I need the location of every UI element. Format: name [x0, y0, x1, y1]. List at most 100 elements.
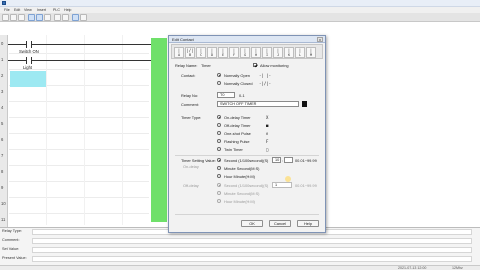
- mouse-cursor-highlight: [285, 176, 291, 182]
- row-number: 8: [1, 169, 4, 174]
- status-datetime: 2021-07-13 12:00: [398, 266, 427, 270]
- relay-name-value: Timer: [201, 63, 211, 68]
- dialog-title: Edit Contact: [172, 37, 194, 42]
- grid-line: [9, 181, 149, 182]
- grid-line: [9, 165, 149, 166]
- present-value-field: [32, 256, 472, 262]
- contact-type-m-icon[interactable]: | M: [306, 47, 316, 58]
- normally-open-symbol: -| |-: [259, 73, 272, 78]
- allow-monitoring-checkbox[interactable]: [253, 63, 257, 67]
- dialog-title-bar[interactable]: Edit Contact x: [169, 36, 325, 43]
- status-clock: 12Mhz: [452, 266, 463, 270]
- contact-type-k-icon[interactable]: | K: [284, 47, 294, 58]
- off-unit-hour-min-radio[interactable]: [217, 199, 221, 203]
- row-number: 7: [1, 153, 4, 158]
- row-number-column: 0 1 2 3 4 5 6 7 8 9 10 11: [0, 35, 8, 227]
- ok-button[interactable]: OK: [241, 220, 263, 227]
- row-number: 6: [1, 137, 4, 142]
- undo-button[interactable]: [54, 14, 61, 21]
- row-number: 5: [1, 121, 4, 126]
- contact-type-g-icon[interactable]: | G: [240, 47, 250, 58]
- timer-type-label: Timer Type:: [181, 115, 202, 120]
- row-number: 3: [1, 89, 4, 94]
- timer-type-radio[interactable]: [217, 115, 221, 119]
- contact-type-l-icon[interactable]: | L: [295, 47, 305, 58]
- comment-color-button[interactable]: [302, 101, 307, 107]
- normally-open-radio[interactable]: [217, 73, 221, 77]
- contact-type-d-icon[interactable]: | D: [207, 47, 217, 58]
- row-number: 9: [1, 185, 4, 190]
- row-number: 11: [1, 217, 6, 222]
- contact-type-c-icon[interactable]: | C: [196, 47, 206, 58]
- allow-monitoring-label: Allow monitoring: [260, 63, 289, 68]
- timer-setting-label: Timer Setting Value:: [181, 158, 216, 163]
- comment-label: Comment:: [181, 102, 199, 107]
- timer-type-on-delay-label: On-delay Timer: [224, 115, 251, 120]
- timer-type-off-delay-label: Off-delay Timer: [224, 123, 251, 128]
- relay-no-label: Relay No:: [181, 93, 199, 98]
- contact-type-i-icon[interactable]: | I: [262, 47, 272, 58]
- grid-column: [122, 35, 123, 225]
- normally-closed-radio[interactable]: [217, 81, 221, 85]
- contact-label: Light: [23, 65, 33, 70]
- new-file-button[interactable]: [2, 14, 9, 21]
- timer-type-radio[interactable]: [217, 139, 221, 143]
- grid-line: [9, 101, 149, 102]
- setting-separator: :: [282, 158, 284, 163]
- twin-timer-icon: □: [266, 147, 269, 152]
- unit-min-sec-radio[interactable]: [217, 166, 221, 170]
- off-unit-second-radio[interactable]: [217, 183, 221, 187]
- info-label-set-value: Set Value:: [2, 247, 20, 251]
- row-number: 2: [1, 73, 4, 78]
- run-button[interactable]: [72, 14, 79, 21]
- paste-button[interactable]: [44, 14, 51, 21]
- help-button[interactable]: Help: [297, 220, 319, 227]
- contact-type-j-icon[interactable]: | J: [273, 47, 283, 58]
- contact-type-toolbar: | A |/| B | C | D | E | F | G | H | I | J | K | L | M: [171, 44, 323, 59]
- off-unit-min-sec-label: Minute Second(M:S): [224, 191, 260, 196]
- off-delay-sub-label: Off-delay: [183, 183, 199, 188]
- unit-min-sec-label: Minute Second(M:S): [224, 166, 260, 171]
- redo-button[interactable]: [62, 14, 69, 21]
- cut-button[interactable]: [28, 14, 35, 21]
- contact-type-e-icon[interactable]: | E: [218, 47, 228, 58]
- contact-type-f-icon[interactable]: | F: [229, 47, 239, 58]
- timer-type-radio[interactable]: [217, 131, 221, 135]
- contact-type-b-icon[interactable]: |/| B: [185, 47, 195, 58]
- contact-type-a-icon[interactable]: | A: [174, 47, 184, 58]
- status-bar: 2021-07-13 12:00 12Mhz: [0, 265, 480, 270]
- off-unit-min-sec-radio[interactable]: [217, 191, 221, 195]
- grid-line: [9, 197, 149, 198]
- grid-line: [9, 117, 149, 118]
- contact-type-h-icon[interactable]: | H: [251, 47, 261, 58]
- selected-cell[interactable]: [10, 71, 46, 87]
- rung-wire: [32, 60, 151, 61]
- save-button[interactable]: [18, 14, 25, 21]
- info-label-relay-type: Relay Type:: [2, 229, 22, 233]
- edit-contact-dialog: Edit Contact x | A |/| B | C | D | E | F | G | H…: [168, 35, 326, 233]
- row-number: 10: [1, 201, 6, 206]
- close-icon[interactable]: x: [317, 37, 323, 42]
- open-file-button[interactable]: [10, 14, 17, 21]
- row-number: 4: [1, 105, 4, 110]
- unit-hour-min-radio[interactable]: [217, 174, 221, 178]
- grid-column: [84, 35, 85, 225]
- set-value-field: [32, 247, 472, 253]
- off-setting-value-input[interactable]: 1: [272, 182, 292, 188]
- timer-type-flashing-label: Flashing Pulse: [224, 139, 250, 144]
- normally-closed-label: Normally Closed: [224, 81, 253, 86]
- setting-value-input[interactable]: 10: [272, 157, 281, 163]
- one-shot-icon: ∩: [266, 131, 269, 136]
- unit-second-radio[interactable]: [217, 158, 221, 162]
- setting-value2-input[interactable]: [284, 157, 293, 163]
- on-delay-icon: X: [266, 115, 269, 120]
- cancel-button[interactable]: Cancel: [269, 220, 291, 227]
- rung-wire: [8, 60, 26, 61]
- comment-input[interactable]: SWITCH OFF TIMER: [217, 101, 299, 107]
- timer-type-radio[interactable]: [217, 123, 221, 127]
- contact-label: Contact:: [181, 73, 196, 78]
- copy-button[interactable]: [36, 14, 43, 21]
- stop-button[interactable]: [80, 14, 87, 21]
- relay-no-input[interactable]: T0: [217, 92, 235, 98]
- timer-type-radio[interactable]: [217, 147, 221, 151]
